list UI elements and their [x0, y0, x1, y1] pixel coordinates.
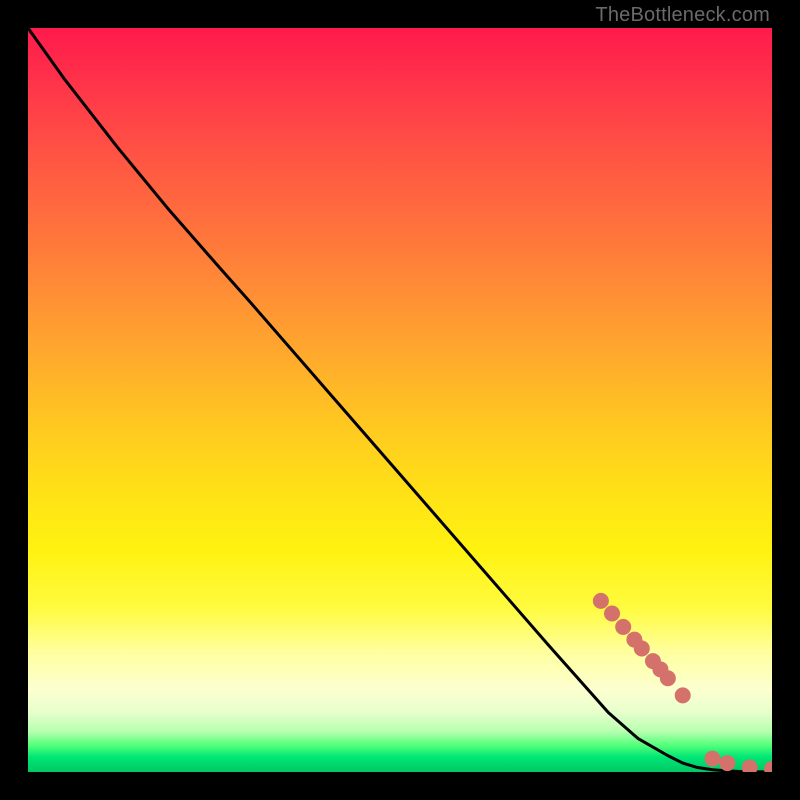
attribution-text: TheBottleneck.com — [595, 4, 770, 27]
chart-frame: { "attribution": "TheBottleneck.com", "c… — [0, 0, 800, 800]
chart-svg — [28, 28, 772, 772]
plot-area — [28, 28, 772, 772]
curve-line — [28, 28, 772, 772]
curve-markers — [593, 593, 772, 772]
